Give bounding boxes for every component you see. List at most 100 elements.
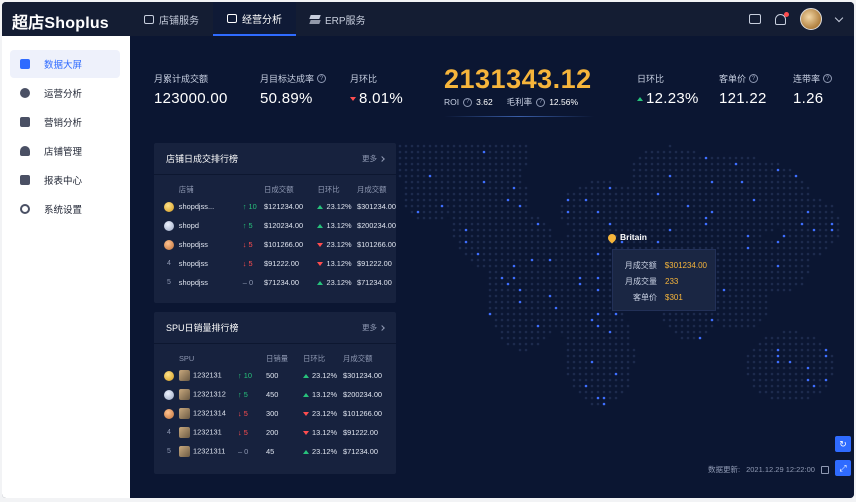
map-dot <box>471 145 474 148</box>
sidebar-item-settings[interactable]: 系统设置 <box>10 195 120 223</box>
message-icon[interactable] <box>749 14 761 24</box>
map-dot <box>729 157 732 160</box>
map-dot <box>495 151 498 154</box>
table-row[interactable]: 5 shopdjss – 0 $71234.00 23.12% $71234.00 <box>154 273 396 292</box>
help-icon[interactable]: ? <box>317 74 326 83</box>
map-dot <box>531 289 534 292</box>
table-row[interactable]: 4 1232131 ↓ 5 200 13.12% $91222.00 <box>154 423 396 442</box>
map-dot <box>741 235 744 238</box>
map-dot <box>741 265 744 268</box>
more-link[interactable]: 更多 <box>362 153 384 164</box>
map-dot <box>765 211 768 214</box>
map-dot <box>537 247 540 250</box>
bell-icon[interactable] <box>775 14 786 25</box>
map-dot <box>645 175 648 178</box>
avatar[interactable] <box>800 8 822 30</box>
map-dot <box>663 235 666 238</box>
help-icon[interactable]: ? <box>463 98 472 107</box>
refresh-button[interactable]: ↻ <box>835 436 851 452</box>
map-dot <box>777 223 780 226</box>
table-row[interactable]: shopdjss ↓ 5 $101266.00 23.12% $101266.00 <box>154 235 396 254</box>
map-dot <box>585 211 588 214</box>
map-dot <box>405 187 408 190</box>
map-dot <box>777 283 780 286</box>
table-row[interactable]: shopd ↑ 5 $120234.00 13.12% $200234.00 <box>154 216 396 235</box>
map-dot <box>579 373 582 376</box>
map-dot <box>579 229 582 232</box>
fullscreen-button[interactable]: ⤢ <box>835 460 851 476</box>
map-dot <box>789 337 792 340</box>
nav-business-analysis[interactable]: 经营分析 <box>213 2 296 36</box>
name-cell: shopdjss <box>176 273 243 292</box>
map-dot <box>513 271 516 274</box>
table-row[interactable]: 1232131 ↑ 10 500 23.12% $301234.00 <box>154 366 396 385</box>
map-dot <box>759 301 762 304</box>
sidebar-item-dashboard[interactable]: 数据大屏 <box>10 50 120 78</box>
map-dot <box>693 217 696 220</box>
more-link[interactable]: 更多 <box>362 322 384 333</box>
map-dot <box>567 271 570 274</box>
map-dot <box>699 319 702 322</box>
nav-shop-service[interactable]: 店铺服务 <box>130 2 213 36</box>
map-dot <box>507 181 510 184</box>
map-dot <box>705 193 708 196</box>
help-icon[interactable]: ? <box>749 74 758 83</box>
map-dot <box>627 325 630 328</box>
map-dot <box>459 151 462 154</box>
map-dot <box>561 325 564 328</box>
table-row[interactable]: 12321314 ↓ 5 300 23.12% $101266.00 <box>154 404 396 423</box>
refresh-icon: ↻ <box>839 439 847 450</box>
table-row[interactable]: 12321312 ↑ 5 450 13.12% $200234.00 <box>154 385 396 404</box>
map-dot <box>735 313 738 316</box>
map-dot <box>819 199 822 202</box>
trend-down-icon <box>317 262 323 266</box>
map-dot <box>465 241 468 244</box>
table-row[interactable]: 4 shopdjss ↓ 5 $91222.00 13.12% $91222.00 <box>154 254 396 273</box>
map-dot <box>813 343 816 346</box>
map-dot <box>591 277 594 280</box>
sidebar-item-label: 数据大屏 <box>44 57 82 71</box>
table-row[interactable]: shopdjss... ↑ 10 $121234.00 23.12% $301234.0… <box>154 197 396 216</box>
map-dot <box>579 337 582 340</box>
map-dot <box>519 193 522 196</box>
nav-erp-service[interactable]: ERP服务 <box>296 2 380 36</box>
map-dot <box>723 265 726 268</box>
table-row[interactable]: 5 12321311– 0 45 23.12% $71234.00 <box>154 442 396 461</box>
map-dot <box>813 391 816 394</box>
map-dot <box>501 145 504 148</box>
map-dot <box>603 343 606 346</box>
map-dot <box>513 163 516 166</box>
help-icon[interactable]: ? <box>536 98 545 107</box>
map-dot <box>813 205 816 208</box>
map-dot <box>495 289 498 292</box>
brand-logo[interactable]: 超店Shoplus <box>12 9 109 33</box>
map-dot <box>789 397 792 400</box>
map-dot <box>441 205 444 208</box>
map-dot <box>735 259 738 262</box>
map-dot <box>507 169 510 172</box>
map-dot <box>471 187 474 190</box>
map-dot <box>519 241 522 244</box>
map-dot <box>537 337 540 340</box>
map-dot <box>753 193 756 196</box>
kpi-label: 客单价 <box>719 72 746 85</box>
sidebar-item-store-management[interactable]: 店铺管理 <box>10 137 120 165</box>
map-dot <box>777 253 780 256</box>
map-dot <box>579 241 582 244</box>
map-dot <box>549 277 552 280</box>
sidebar-item-reports[interactable]: 报表中心 <box>10 166 120 194</box>
map-dot <box>735 307 738 310</box>
map-dot <box>561 217 564 220</box>
map-dot <box>759 259 762 262</box>
help-icon[interactable]: ? <box>823 74 832 83</box>
map-dot <box>489 193 492 196</box>
map-dot <box>717 283 720 286</box>
sidebar-item-operations[interactable]: 运营分析 <box>10 79 120 107</box>
calendar-icon[interactable] <box>821 466 829 474</box>
chevron-down-icon[interactable] <box>835 13 843 21</box>
sidebar-item-marketing[interactable]: 营销分析 <box>10 108 120 136</box>
map-dot <box>597 319 600 322</box>
map-dot <box>453 157 456 160</box>
month-value: $71234.00 <box>343 442 396 461</box>
map-dot <box>711 325 714 328</box>
